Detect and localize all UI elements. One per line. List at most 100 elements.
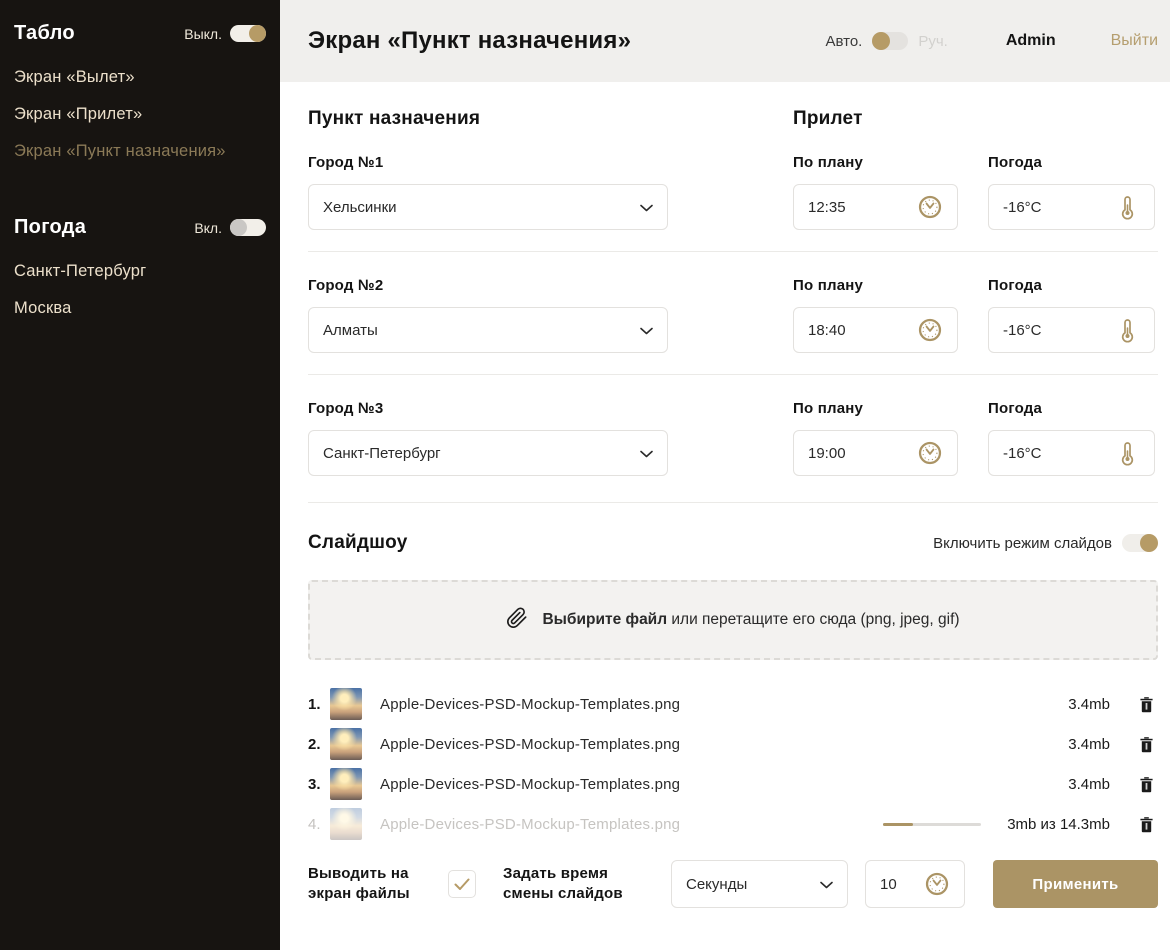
section-title-arrival: Прилет: [793, 108, 863, 130]
unit-select-value: Секунды: [686, 876, 747, 893]
page-title: Экран «Пункт назначения»: [308, 27, 631, 55]
file-number: 2.: [308, 736, 330, 753]
mode-manual-label: Руч.: [918, 33, 948, 50]
file-thumbnail: [330, 768, 362, 800]
city-row-3: Город №3 Санкт-Петербург По плану Погода: [308, 400, 1158, 476]
sidebar-weather-title: Погода: [14, 216, 86, 239]
time-input-2-box: [793, 307, 958, 353]
content: Пункт назначения Прилет Город №1 Хельсин…: [280, 82, 1170, 908]
city-row-1: Город №1 Хельсинки По плану Погода: [308, 154, 1158, 230]
weather-toggle[interactable]: [230, 219, 266, 236]
upload-dropzone[interactable]: Выбирите файл или перетащите его сюда (p…: [308, 580, 1158, 660]
sidebar: Табло Выкл. Экран «Вылет» Экран «Прилет»…: [0, 0, 280, 950]
file-name: Apple-Devices-PSD-Mockup-Templates.png: [380, 696, 1068, 713]
sidebar-section-weather: Погода Вкл. Санкт-Петербург Москва: [14, 216, 266, 327]
weather-label: Погода: [988, 154, 1155, 171]
delete-button[interactable]: [1137, 696, 1155, 713]
trash-icon: [1139, 816, 1154, 833]
city-select-1[interactable]: Хельсинки: [308, 184, 668, 230]
weather-label: Погода: [988, 400, 1155, 417]
city-label: Город №1: [308, 154, 668, 171]
clock-icon: [924, 871, 950, 897]
clock-icon: [917, 317, 943, 343]
temp-input-1[interactable]: [1003, 199, 1108, 216]
sidebar-item-destination[interactable]: Экран «Пункт назначения»: [14, 133, 266, 170]
temp-input-3-box: [988, 430, 1155, 476]
thermometer-icon: [1116, 440, 1140, 466]
weather-toggle-label: Вкл.: [194, 220, 222, 236]
sidebar-section-board: Табло Выкл. Экран «Вылет» Экран «Прилет»…: [14, 22, 266, 170]
file-thumbnail: [330, 728, 362, 760]
plan-label: По плану: [793, 154, 958, 171]
check-icon: [454, 878, 470, 891]
interval-input-box: [865, 860, 965, 908]
board-toggle[interactable]: [230, 25, 266, 42]
city-row-2: Город №2 Алматы По плану Погода: [308, 277, 1158, 353]
file-thumbnail: [330, 688, 362, 720]
file-name: Apple-Devices-PSD-Mockup-Templates.png: [380, 816, 883, 833]
city-label: Город №2: [308, 277, 668, 294]
time-input-3-box: [793, 430, 958, 476]
file-row-1: 1. Apple-Devices-PSD-Mockup-Templates.pn…: [308, 684, 1158, 724]
sidebar-item-moscow[interactable]: Москва: [14, 290, 266, 327]
file-thumbnail: [330, 808, 362, 840]
paperclip-icon: [506, 607, 528, 634]
upload-text-rest: или перетащите его сюда (png, jpeg, gif): [667, 611, 959, 628]
delete-button[interactable]: [1137, 736, 1155, 753]
delete-button[interactable]: [1137, 816, 1155, 833]
apply-button[interactable]: Применить: [993, 860, 1158, 908]
file-size: 3.4mb: [1068, 736, 1110, 753]
temp-input-2-box: [988, 307, 1155, 353]
main-area: Экран «Пункт назначения» Авто. Руч. Admi…: [280, 0, 1170, 950]
file-row-4: 4. Apple-Devices-PSD-Mockup-Templates.pn…: [308, 804, 1158, 844]
logout-link[interactable]: Выйти: [1111, 32, 1158, 50]
file-name: Apple-Devices-PSD-Mockup-Templates.png: [380, 736, 1068, 753]
sidebar-item-departure[interactable]: Экран «Вылет»: [14, 59, 266, 96]
display-files-label: Выводить на экран файлы: [308, 864, 430, 905]
city-select-value: Алматы: [323, 322, 378, 339]
file-size: 3.4mb: [1068, 776, 1110, 793]
mode-toggle[interactable]: [872, 32, 908, 50]
upload-text: Выбирите файл или перетащите его сюда (p…: [542, 611, 959, 629]
file-number: 4.: [308, 816, 330, 833]
weather-label: Погода: [988, 277, 1155, 294]
temp-input-1-box: [988, 184, 1155, 230]
chevron-down-icon: [640, 322, 653, 339]
section-title-destination: Пункт назначения: [308, 108, 793, 130]
city-select-3[interactable]: Санкт-Петербург: [308, 430, 668, 476]
admin-user: Admin: [1006, 32, 1056, 50]
upload-progress: [883, 823, 981, 826]
file-list: 1. Apple-Devices-PSD-Mockup-Templates.pn…: [308, 684, 1158, 844]
slideshow-toggle[interactable]: [1122, 534, 1158, 552]
file-number: 3.: [308, 776, 330, 793]
plan-label: По плану: [793, 400, 958, 417]
slideshow-toggle-label: Включить режим слайдов: [933, 535, 1112, 552]
temp-input-2[interactable]: [1003, 322, 1108, 339]
city-select-2[interactable]: Алматы: [308, 307, 668, 353]
chevron-down-icon: [640, 445, 653, 462]
time-input-3[interactable]: [808, 445, 909, 462]
display-files-checkbox[interactable]: [448, 870, 476, 898]
footer-controls: Выводить на экран файлы Задать время сме…: [308, 860, 1158, 908]
thermometer-icon: [1116, 317, 1140, 343]
file-name: Apple-Devices-PSD-Mockup-Templates.png: [380, 776, 1068, 793]
plan-label: По плану: [793, 277, 958, 294]
sidebar-item-spb[interactable]: Санкт-Петербург: [14, 253, 266, 290]
interval-input[interactable]: [880, 876, 916, 893]
file-size: 3.4mb: [1068, 696, 1110, 713]
sidebar-item-arrival[interactable]: Экран «Прилет»: [14, 96, 266, 133]
time-input-2[interactable]: [808, 322, 909, 339]
top-header: Экран «Пункт назначения» Авто. Руч. Admi…: [280, 0, 1170, 82]
temp-input-3[interactable]: [1003, 445, 1108, 462]
sidebar-board-title: Табло: [14, 22, 75, 45]
chevron-down-icon: [640, 199, 653, 216]
delete-button[interactable]: [1137, 776, 1155, 793]
file-number: 1.: [308, 696, 330, 713]
city-select-value: Санкт-Петербург: [323, 445, 441, 462]
file-row-2: 2. Apple-Devices-PSD-Mockup-Templates.pn…: [308, 724, 1158, 764]
clock-icon: [917, 194, 943, 220]
trash-icon: [1139, 736, 1154, 753]
board-toggle-label: Выкл.: [184, 26, 222, 42]
time-input-1[interactable]: [808, 199, 909, 216]
unit-select[interactable]: Секунды: [671, 860, 848, 908]
